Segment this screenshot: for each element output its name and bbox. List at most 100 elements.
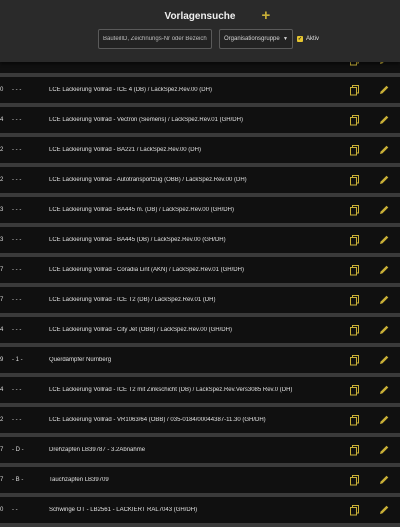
list-item[interactable]: 9 - 1 - Querdämpfer Nürnberg (0, 347, 400, 377)
copy-icon[interactable] (349, 234, 361, 246)
row-label: LCE Lackierung Vollrad - City Jet (ÖBB) … (49, 327, 232, 333)
active-label: Aktiv (306, 36, 320, 42)
pencil-icon[interactable] (378, 84, 390, 96)
copy-icon[interactable] (349, 174, 361, 186)
row-label: Querdämpfer Nürnberg (49, 357, 112, 363)
copy-icon[interactable] (349, 354, 361, 366)
row-code: - - - (12, 297, 22, 303)
row-id: 2 (0, 177, 4, 183)
row-code: - - - (12, 87, 22, 93)
search-input[interactable] (98, 29, 212, 49)
row-label: LCE Lackierung Vollrad - VR1063/64 (ÖBB)… (49, 417, 266, 423)
copy-icon[interactable] (349, 474, 361, 486)
list-item[interactable]: 3 - - - LCE Lackierung Vollrad - BA445 m… (0, 197, 400, 227)
row-label: LCE Lackierung Vollrad - Autotransportzu… (49, 177, 247, 183)
pencil-icon[interactable] (378, 144, 390, 156)
pencil-icon[interactable] (378, 504, 390, 516)
pencil-icon[interactable] (378, 444, 390, 456)
copy-icon[interactable] (349, 114, 361, 126)
row-label: LCE Lackierung Vollrad - Coradia Lint (A… (49, 267, 244, 273)
row-label: LCE Lackierung Vollrad - ICE T2 (DB) / L… (49, 297, 216, 303)
row-code: - - - (12, 237, 22, 243)
row-code: - - - (12, 177, 22, 183)
copy-icon[interactable] (349, 264, 361, 276)
list-item[interactable]: 7 - B - Tauchzapfen LB39709 (0, 467, 400, 497)
pencil-icon[interactable] (378, 414, 390, 426)
pencil-icon[interactable] (378, 204, 390, 216)
organisation-group-select[interactable]: Organisationsgruppe ▼ (219, 29, 293, 49)
pencil-icon[interactable] (378, 384, 390, 396)
pencil-icon[interactable] (378, 114, 390, 126)
list-item[interactable]: 2 - - - LCE Lackierung Vollrad - Autotra… (0, 167, 400, 197)
row-code: - - - (12, 267, 22, 273)
page-title-wrap: Vorlagensuche + (0, 8, 400, 23)
copy-icon[interactable] (349, 144, 361, 156)
row-code: - B - (12, 477, 24, 483)
row-id: 0 (0, 87, 4, 93)
page-title-inner: Vorlagensuche + (164, 8, 271, 23)
pencil-icon[interactable] (378, 324, 390, 336)
list-item[interactable]: 4 - - - LCE Lackierung Vollrad - Vectron… (0, 107, 400, 137)
pencil-icon[interactable] (378, 354, 390, 366)
row-id: 3 (0, 237, 4, 243)
list-item[interactable]: 3 - - - LCE Lackierung Vollrad - BA445 (… (0, 227, 400, 257)
row-label: Tauchzapfen LB39709 (49, 477, 109, 483)
organisation-group-label: Organisationsgruppe (224, 36, 280, 42)
row-code: - - - (12, 327, 22, 333)
row-label: LCE Lackierung Vollrad - BA221 / LackSpe… (49, 147, 201, 153)
copy-icon[interactable] (349, 84, 361, 96)
list-item[interactable]: 7 - D - Drehzapfen LB39787 - 3.2Abnahme (0, 437, 400, 467)
row-code: - - - (12, 117, 22, 123)
copy-icon[interactable] (349, 504, 361, 516)
row-code: - 1 - (12, 357, 23, 363)
row-id: 2 (0, 417, 4, 423)
list-item[interactable]: 2 - - - LCE Lackierung Vollrad - VR1063/… (0, 407, 400, 437)
row-id: 7 (0, 447, 4, 453)
copy-icon[interactable] (349, 324, 361, 336)
copy-icon[interactable] (349, 444, 361, 456)
row-label: LCE Lackierung Vollrad - BA445 (DB) / La… (49, 237, 226, 243)
copy-icon[interactable] (349, 384, 361, 396)
active-checkbox[interactable]: ✓ (297, 36, 303, 42)
pencil-icon[interactable] (378, 264, 390, 276)
template-list: ... 0 - - - LCE Lackierung Vollrad - ICE… (0, 45, 400, 527)
list-item[interactable]: 7 - - - LCE Lackierung Vollrad - ICE T2 … (0, 287, 400, 317)
row-label: Drehzapfen LB39787 - 3.2Abnahme (49, 447, 146, 453)
list-item[interactable]: 7 - - - LCE Lackierung Vollrad - Coradia… (0, 257, 400, 287)
page-title: Vorlagensuche (164, 11, 236, 22)
row-code: - D - (12, 447, 24, 453)
pencil-icon[interactable] (378, 474, 390, 486)
copy-icon[interactable] (349, 414, 361, 426)
row-id: 4 (0, 327, 4, 333)
row-label: LCE Lackierung Vollrad - Vectron (Siemen… (49, 117, 243, 123)
list-item[interactable]: 4 - - - LCE Lackierung Vollrad - City Je… (0, 317, 400, 347)
pencil-icon[interactable] (378, 234, 390, 246)
copy-icon[interactable] (349, 294, 361, 306)
row-id: 0 (0, 507, 4, 513)
row-code: - - - (12, 417, 22, 423)
row-id: 7 (0, 267, 4, 273)
row-label: LCE Lackierung Vollrad - ICE 4 (DB) / La… (49, 87, 212, 93)
pencil-icon[interactable] (378, 174, 390, 186)
copy-icon[interactable] (349, 204, 361, 216)
row-id: 7 (0, 477, 4, 483)
list-item[interactable]: 4 - - - LCE Lackierung Vollrad - ICE T2 … (0, 377, 400, 407)
row-code: - - - (12, 147, 22, 153)
row-id: 4 (0, 117, 4, 123)
list-item[interactable]: 2 - - - LCE Lackierung Vollrad - BA221 /… (0, 137, 400, 167)
row-id: 7 (0, 297, 4, 303)
row-label: LCE Lackierung Vollrad - BA445 m. (DB) /… (49, 207, 234, 213)
row-id: 2 (0, 147, 4, 153)
pencil-icon[interactable] (378, 294, 390, 306)
row-label: LCE Lackierung Vollrad - ICE T2 mit Zink… (49, 387, 293, 393)
plus-icon[interactable]: + (261, 8, 270, 23)
list-item[interactable]: 0 - - Schwinge OT - LB2561 - LACKIERT RA… (0, 497, 400, 527)
row-id: 9 (0, 357, 4, 363)
chevron-down-icon: ▼ (283, 36, 288, 42)
row-id: 4 (0, 387, 4, 393)
row-code: - - - (12, 387, 22, 393)
app-header: Vorlagensuche + Organisationsgruppe ▼ ✓ … (0, 0, 400, 62)
row-code: - - - (12, 207, 22, 213)
list-item[interactable]: 0 - - - LCE Lackierung Vollrad - ICE 4 (… (0, 77, 400, 107)
row-code: - - (12, 507, 18, 513)
